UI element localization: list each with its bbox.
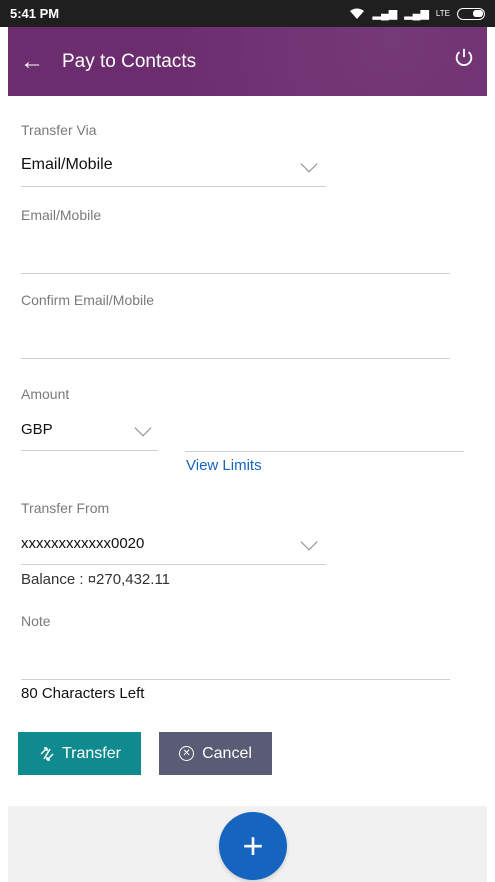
transfer-from-value: xxxxxxxxxxxx0020 (21, 535, 145, 552)
currency-underline (21, 450, 158, 451)
plus-icon: + (242, 825, 264, 866)
balance-text: Balance : ¤270,432.11 (21, 571, 171, 588)
status-time: 5:41 PM (10, 6, 60, 21)
amount-underline (185, 451, 464, 452)
lte-icon: LTE (435, 9, 450, 18)
confirm-email-mobile-input[interactable] (21, 316, 450, 358)
status-icons: ▂▄▆ ▂▄▆ LTE (349, 7, 485, 20)
transfer-via-label: Transfer Via (21, 122, 97, 138)
cancel-button[interactable]: ✕ Cancel (159, 732, 272, 775)
transfer-via-select[interactable]: Email/Mobile (21, 148, 326, 186)
power-icon[interactable] (453, 47, 475, 69)
confirm-email-mobile-label: Confirm Email/Mobile (21, 292, 155, 308)
characters-left-text: 80 Characters Left (21, 685, 145, 702)
transfer-from-label: Transfer From (21, 500, 110, 516)
note-underline (21, 679, 450, 680)
transfer-via-value: Email/Mobile (21, 156, 113, 173)
wifi-icon (350, 8, 365, 19)
pay-to-contacts-form: Transfer Via Email/Mobile Email/Mobile C… (8, 96, 487, 806)
back-arrow-icon[interactable]: ← (20, 49, 50, 74)
chevron-down-icon (300, 533, 318, 551)
chevron-down-icon (134, 419, 152, 437)
view-limits-link[interactable]: View Limits (186, 457, 262, 474)
currency-select[interactable]: GBP (21, 412, 158, 450)
transfer-via-underline (21, 186, 326, 187)
close-circle-icon: ✕ (179, 746, 195, 761)
transfer-button[interactable]: Transfer (18, 732, 141, 775)
email-mobile-input[interactable] (21, 231, 450, 273)
add-fab-button[interactable]: + (219, 812, 287, 880)
transfer-icon (40, 746, 54, 761)
email-mobile-label: Email/Mobile (21, 207, 102, 223)
battery-icon (457, 7, 485, 20)
transfer-from-underline (21, 564, 326, 565)
transfer-from-select[interactable]: xxxxxxxxxxxx0020 (21, 526, 326, 564)
status-bar: 5:41 PM ▂▄▆ ▂▄▆ LTE (0, 0, 495, 27)
amount-input[interactable] (185, 412, 464, 450)
page-title: Pay to Contacts (62, 50, 197, 72)
amount-label: Amount (21, 386, 70, 402)
confirm-email-mobile-underline (21, 358, 450, 359)
app-bar: ← Pay to Contacts (8, 27, 487, 96)
signal-icon-2: ▂▄▆ (404, 8, 429, 20)
signal-icon: ▂▄▆ (372, 8, 398, 20)
note-input[interactable] (21, 638, 450, 679)
email-mobile-underline (21, 273, 450, 274)
currency-value: GBP (21, 421, 53, 438)
cancel-button-label: Cancel (202, 744, 252, 762)
transfer-button-label: Transfer (62, 744, 121, 762)
note-label: Note (21, 613, 51, 629)
chevron-down-icon (300, 155, 318, 173)
